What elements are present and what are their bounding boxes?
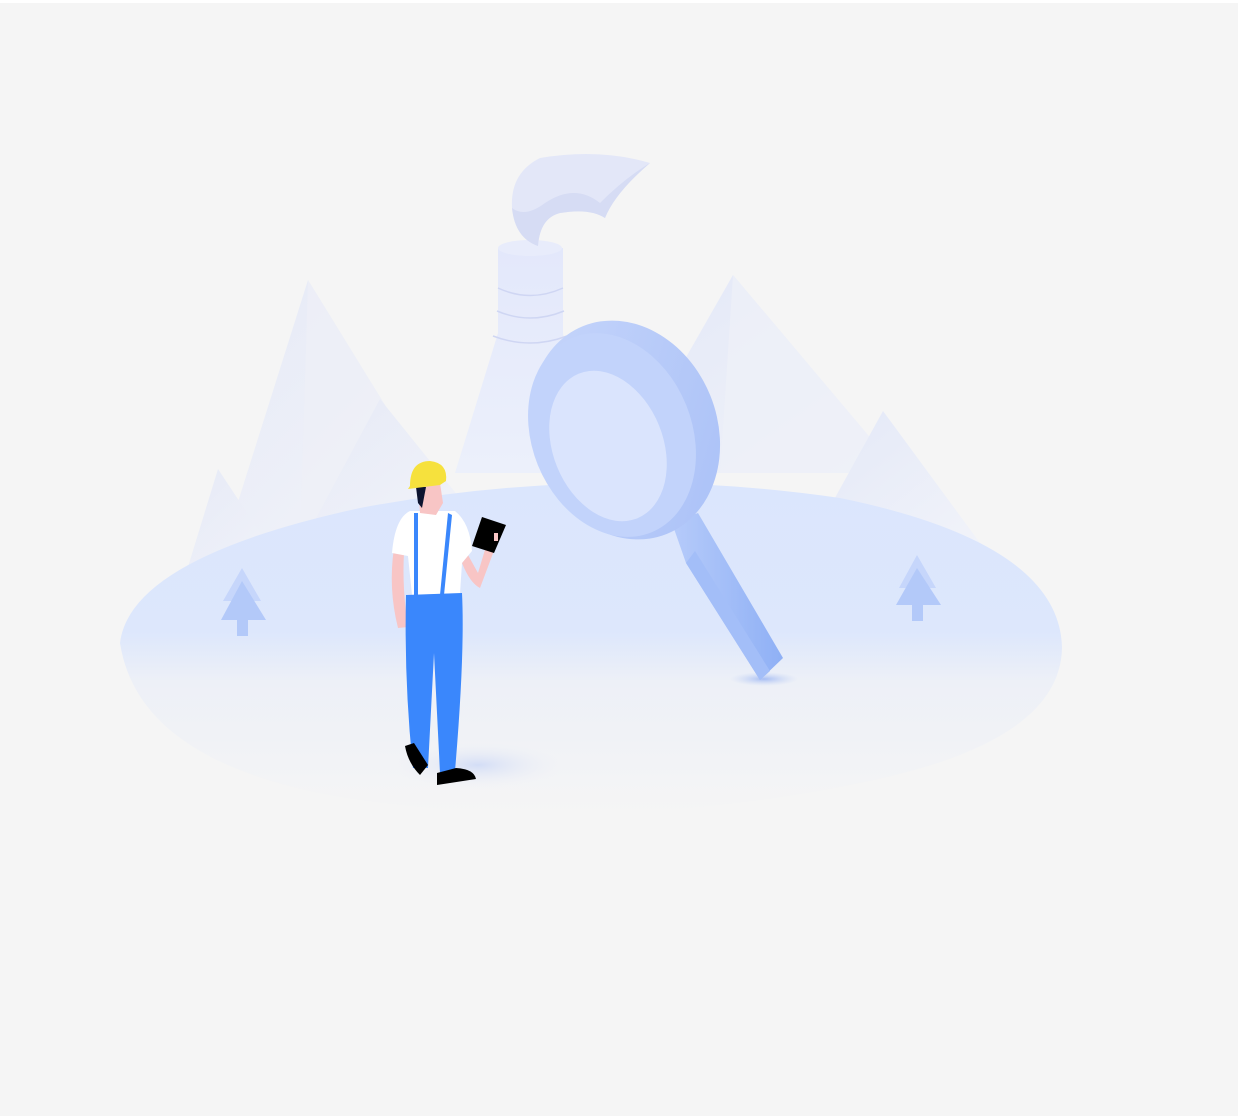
empty-state-page: [0, 3, 1238, 1116]
empty-state-illustration: [120, 154, 1062, 815]
